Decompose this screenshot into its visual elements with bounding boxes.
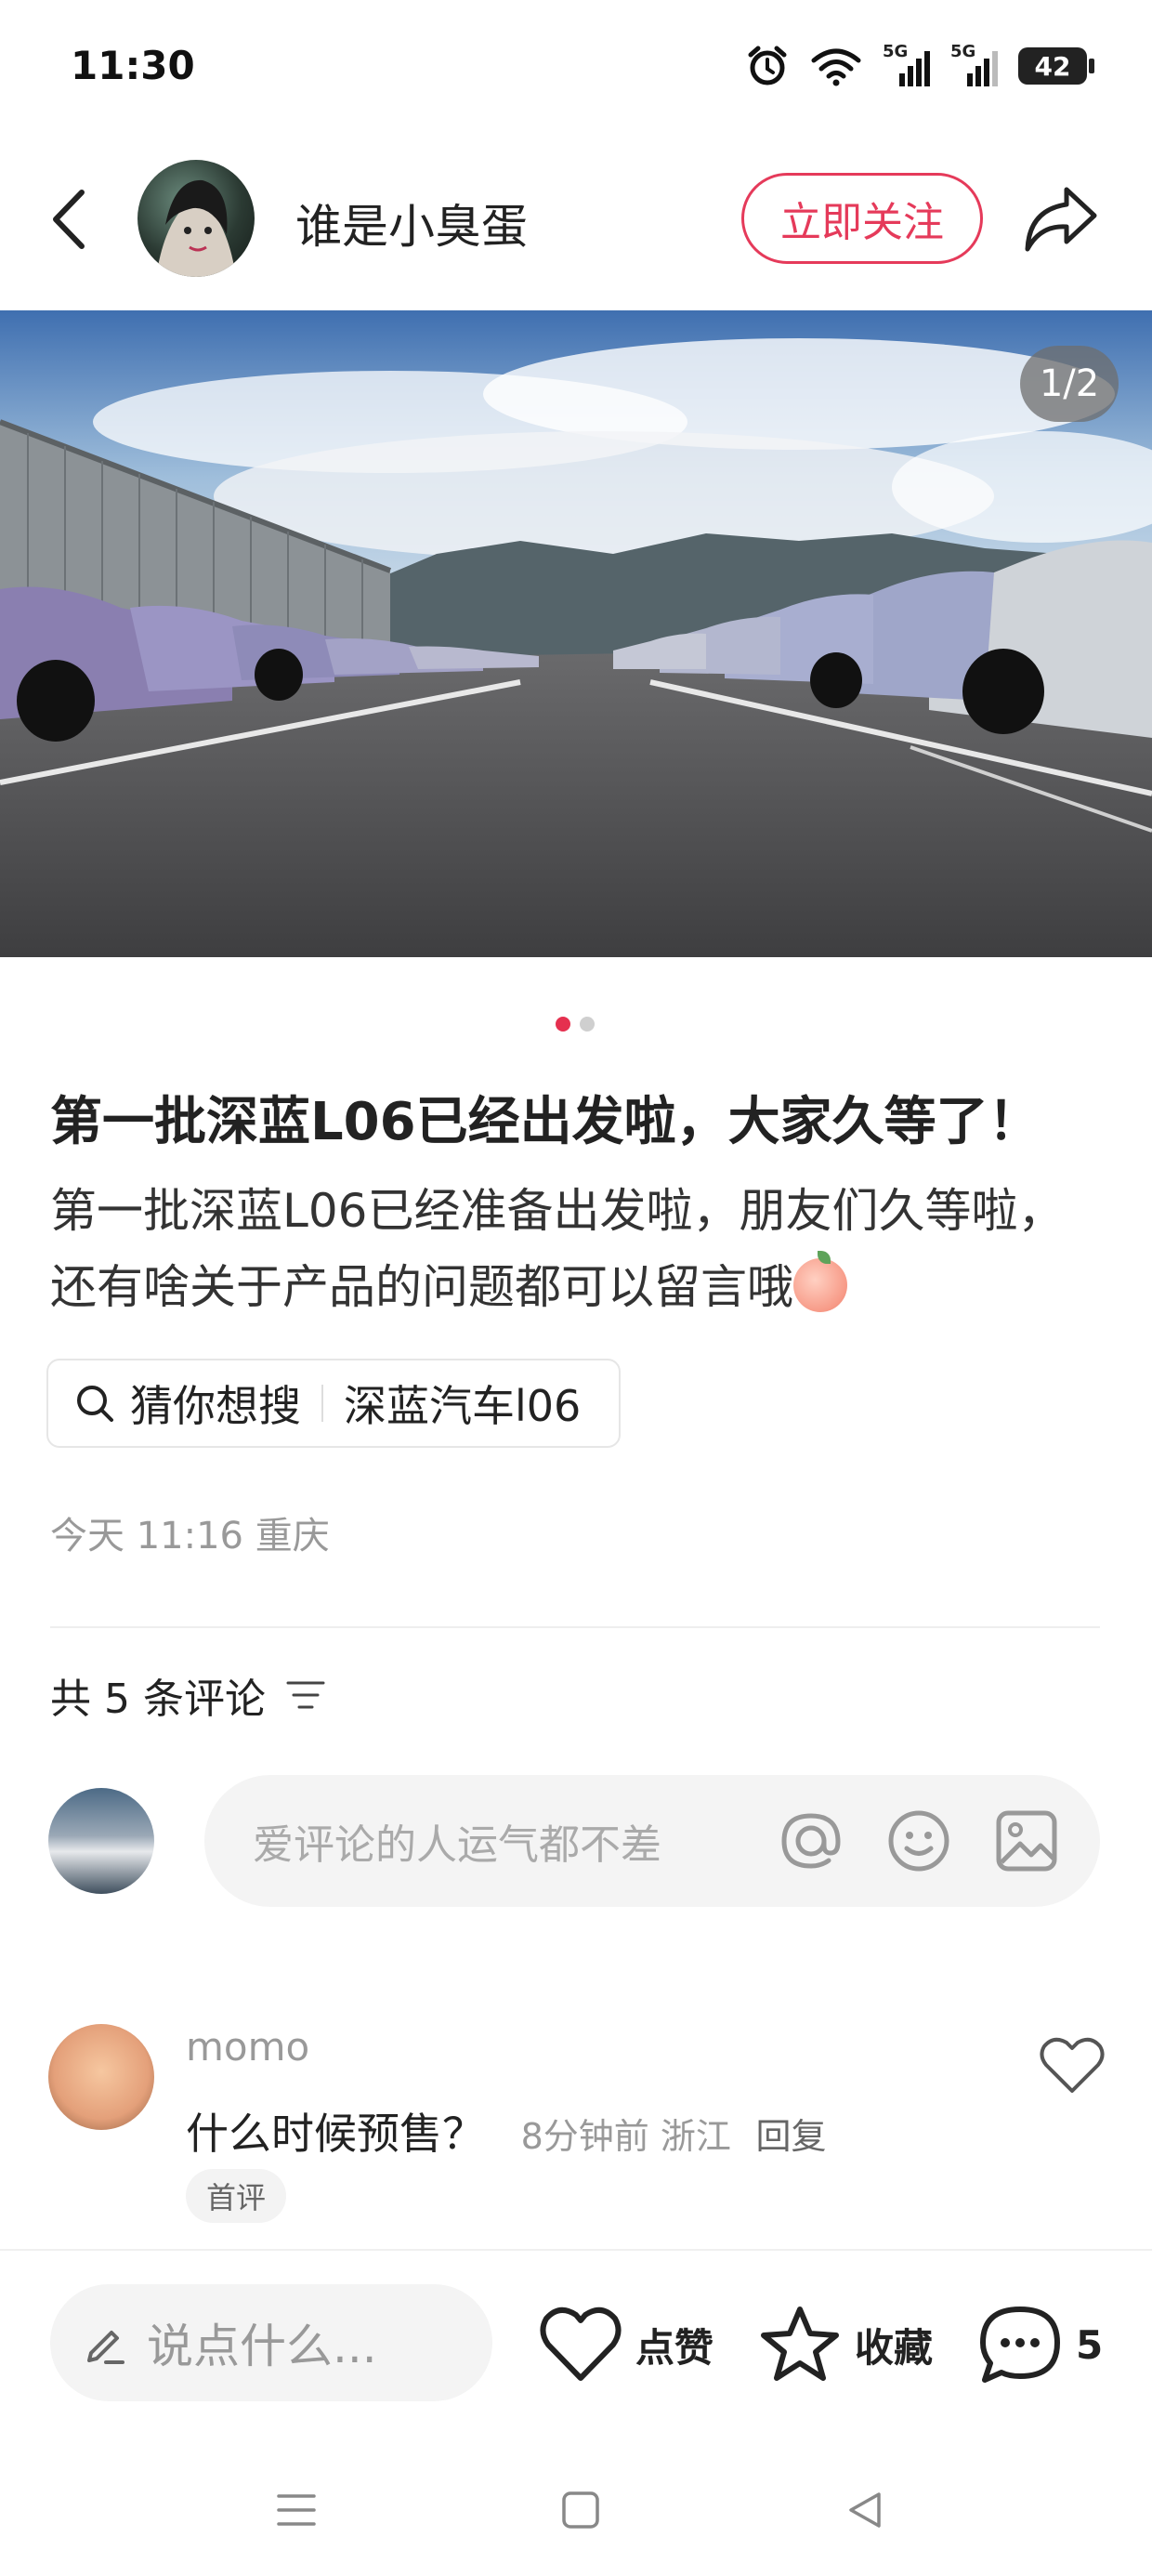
network-type-label: 5G [950, 42, 976, 61]
avatar-illustration [156, 179, 236, 277]
comment-author-name[interactable]: momo [186, 2024, 309, 2070]
wifi-icon [811, 48, 861, 86]
carousel-dots [556, 1017, 595, 1032]
carousel-dot[interactable] [580, 1017, 595, 1032]
post-body-text: 第一批深蓝L06已经准备出发啦，朋友们久等啦，还有啥关于产品的问题都可以留言哦 [50, 1184, 1065, 1314]
mention-icon[interactable] [779, 1808, 844, 1873]
chip-divider [321, 1385, 323, 1422]
like-label: 点赞 [635, 2324, 714, 2371]
follow-button[interactable]: 立即关注 [741, 173, 983, 264]
author-avatar[interactable] [137, 160, 255, 277]
say-something-placeholder: 说点什么... [147, 2320, 377, 2373]
status-icons: 5G 5G 42 [745, 42, 1094, 89]
status-time: 11:30 [71, 43, 195, 88]
post-image[interactable] [0, 310, 1152, 957]
system-nav-bar [0, 2472, 1152, 2546]
chevron-left-icon [53, 190, 85, 249]
signal-5g-1: 5G [883, 42, 930, 86]
search-chip-label: 猜你想搜 [130, 1381, 301, 1431]
comment-like-button[interactable] [1039, 2035, 1106, 2096]
image-page-counter: 1/2 [1020, 346, 1119, 422]
comments-count: 共 5 条评论 [50, 1676, 266, 1723]
author-name[interactable]: 谁是小臭蛋 [295, 190, 528, 256]
search-chip-term: 深蓝汽车l06 [344, 1381, 582, 1431]
post-body: 第一批深蓝L06已经准备出发啦，朋友们久等啦，还有啥关于产品的问题都可以留言哦 [50, 1173, 1109, 1325]
carousel-dot-active[interactable] [556, 1017, 570, 1032]
share-icon [1025, 187, 1097, 252]
menu-icon[interactable] [275, 2489, 318, 2531]
share-button[interactable] [1020, 182, 1100, 256]
like-button[interactable]: 点赞 [539, 2303, 713, 2386]
comment-button[interactable]: 5 [977, 2303, 1103, 2386]
signal-5g-2: 5G [950, 42, 998, 86]
emoji-icon[interactable] [886, 1808, 951, 1873]
comment-reply-button[interactable]: 回复 [756, 2116, 827, 2157]
comments-header: 共 5 条评论 [50, 1665, 325, 1725]
comment-count: 5 [1076, 2321, 1104, 2368]
back-nav-icon[interactable] [844, 2489, 886, 2531]
battery-icon: 42 [1018, 47, 1094, 85]
comment-input-placeholder: 爱评论的人运气都不差 [253, 1821, 661, 1869]
bottom-bar-divider [0, 2249, 1152, 2251]
comment-input-icons [779, 1808, 1100, 1873]
collect-button[interactable]: 收藏 [758, 2303, 933, 2386]
comment-bubble-icon [980, 2307, 1060, 2383]
pen-icon [87, 2331, 124, 2364]
home-icon[interactable] [559, 2489, 602, 2531]
network-type-label: 5G [883, 42, 909, 61]
first-comment-badge: 首评 [186, 2169, 287, 2223]
sort-filter-icon[interactable] [286, 1679, 325, 1711]
comment-text: 什么时候预售？ [186, 2109, 485, 2159]
divider [50, 1626, 1100, 1628]
current-user-avatar [48, 1788, 154, 1894]
say-something-input[interactable]: 说点什么... [50, 2284, 492, 2401]
comment-content: 什么时候预售？ 8分钟前 浙江 回复 [186, 2100, 827, 2162]
star-icon [761, 2307, 839, 2381]
peach-emoji-icon [793, 1251, 847, 1312]
heart-icon [1040, 2037, 1105, 2093]
comment-time-location: 8分钟前 浙江 [520, 2116, 731, 2157]
image-icon[interactable] [994, 1808, 1059, 1873]
alarm-icon [748, 46, 787, 85]
suggested-search-chip[interactable]: 猜你想搜 深蓝汽车l06 [46, 1359, 621, 1448]
back-button[interactable] [41, 182, 97, 256]
comment-author-avatar[interactable] [48, 2024, 154, 2130]
collect-label: 收藏 [855, 2324, 934, 2371]
parking-lot-photo [0, 310, 1152, 957]
post-meta: 今天 11:16 重庆 [50, 1515, 330, 1557]
post-title: 第一批深蓝L06已经出发啦，大家久等了！ [50, 1092, 1041, 1152]
comment-input[interactable]: 爱评论的人运气都不差 [204, 1775, 1100, 1907]
search-icon [77, 1386, 113, 1422]
heart-icon [540, 2307, 622, 2381]
